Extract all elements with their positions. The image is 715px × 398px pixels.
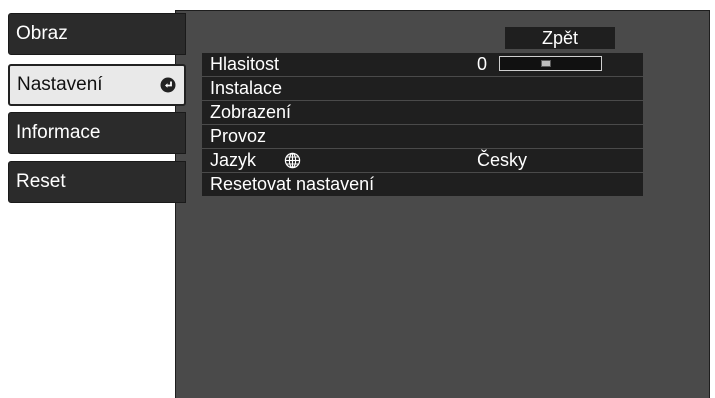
- tab-label: Nastavení: [17, 74, 103, 95]
- menu-item-resetovat-nastaveni[interactable]: Resetovat nastavení: [202, 173, 643, 196]
- menu-item-hlasitost[interactable]: Hlasitost 0: [202, 53, 643, 76]
- tab-label: Informace: [16, 122, 101, 143]
- tab-label: Reset: [16, 171, 66, 192]
- settings-panel: Zpět Hlasitost 0 Instalace Zobrazení Pro…: [175, 10, 710, 398]
- back-button[interactable]: Zpět: [505, 27, 615, 49]
- globe-icon: [284, 152, 301, 169]
- settings-menu: Hlasitost 0 Instalace Zobrazení Provoz J…: [202, 53, 643, 197]
- language-value: Česky: [477, 150, 528, 170]
- tab-obraz[interactable]: Obraz: [8, 13, 186, 55]
- tab-nastaveni[interactable]: Nastavení: [8, 64, 186, 106]
- volume-slider[interactable]: [499, 56, 602, 71]
- menu-item-zobrazeni[interactable]: Zobrazení: [202, 101, 643, 124]
- menu-item-label: Hlasitost: [210, 54, 280, 74]
- enter-icon: [160, 77, 176, 93]
- menu-item-label: Jazyk: [210, 150, 257, 170]
- menu-item-label: Instalace: [210, 78, 283, 98]
- menu-item-provoz[interactable]: Provoz: [202, 125, 643, 148]
- volume-slider-knob[interactable]: [541, 60, 551, 67]
- tab-informace[interactable]: Informace: [8, 112, 186, 154]
- menu-item-label: Provoz: [210, 126, 267, 146]
- menu-item-jazyk[interactable]: Jazyk Česky: [202, 149, 643, 172]
- projector-menu: Obraz Nastavení Informace Reset Zpět Hla…: [0, 0, 715, 398]
- tab-label: Obraz: [16, 23, 68, 44]
- menu-item-label: Resetovat nastavení: [210, 174, 375, 194]
- tab-reset[interactable]: Reset: [8, 161, 186, 203]
- volume-value: 0: [477, 54, 488, 74]
- menu-item-instalace[interactable]: Instalace: [202, 77, 643, 100]
- menu-item-label: Zobrazení: [210, 102, 292, 122]
